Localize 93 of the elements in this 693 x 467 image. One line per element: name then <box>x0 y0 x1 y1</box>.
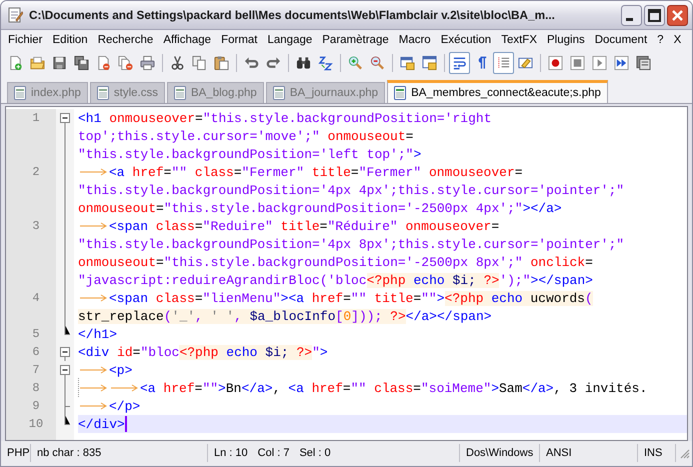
code-line: onmouseout="this.style.backgroundPosition='-2500px 4px';"></a> <box>78 200 562 216</box>
close-document-button[interactable]: X <box>668 33 686 47</box>
close-file-icon <box>96 55 111 71</box>
notepad-icon <box>7 7 23 23</box>
line-number: 5 <box>31 327 40 341</box>
file-tab[interactable]: BA_membres_connect&eacute;s.php <box>387 80 608 103</box>
selection-indicator: Sel : 0 <box>299 446 331 458</box>
code-line: str_replace('_', ' ', $a_blocInfo[0])); ?></a></span> <box>78 308 492 324</box>
line-indicator: Ln : 10 <box>214 446 248 458</box>
maximize-icon[interactable] <box>644 4 665 26</box>
column-indicator: Col : 7 <box>258 446 290 458</box>
fold-end-line <box>64 325 70 335</box>
user-language-icon <box>518 55 533 71</box>
open-folder-icon <box>30 55 45 71</box>
line-number: 7 <box>31 363 40 377</box>
line-number: 2 <box>31 165 40 179</box>
document-icon <box>174 86 186 100</box>
menu-item[interactable]: Document <box>590 33 652 47</box>
line-number: 10 <box>28 417 44 431</box>
code-line: "this.style.backgroundPosition='left top';"> <box>78 146 422 162</box>
close-all-icon <box>118 55 133 71</box>
code-line: <a href="">Bn</a>, <a href="" class="soiMeme">Sam</a>, 3 invités. <box>78 378 648 398</box>
menu-item[interactable]: Edition <box>48 33 93 47</box>
line-ending-label: Dos\Windows <box>466 446 534 458</box>
line-number: 3 <box>31 219 40 233</box>
line-number: 9 <box>31 399 40 413</box>
menu-item[interactable]: ? <box>652 33 669 47</box>
undo-icon <box>244 55 259 71</box>
code-line: "this.style.backgroundPosition='4px 8px';this.style.cursor='pointer';" <box>78 236 624 252</box>
word-wrap-icon <box>452 55 467 71</box>
menu-item[interactable]: Plugins <box>542 33 590 47</box>
code-line: top';this.style.cursor='move';" onmouseout= <box>78 128 414 144</box>
close-icon[interactable] <box>667 4 688 26</box>
line-number: 6 <box>31 345 40 359</box>
encoding-label: ANSI <box>546 446 572 458</box>
code-line: "javascript:reduireAgrandirBloc('bloc<?php echo $i; ?>');"></span> <box>78 272 593 288</box>
fast-forward-icon <box>614 55 629 71</box>
document-icon <box>272 86 285 100</box>
line-number: 8 <box>31 381 40 395</box>
stop-icon <box>570 55 585 71</box>
language-label: PHP <box>7 446 30 458</box>
menu-item[interactable]: Macro <box>394 33 436 47</box>
text-cursor <box>124 416 127 432</box>
line-number: 4 <box>31 291 40 305</box>
indent-guide-button[interactable] <box>493 52 514 74</box>
code-line: "this.style.backgroundPosition='4px 4px';this.style.cursor='pointer';" <box>78 182 624 198</box>
window-title: C:\Documents and Settings\packard bell\Mes documents\Web\Flambclair v.2\site\bloc\BA_m... <box>29 8 556 22</box>
document-icon <box>394 86 406 100</box>
save-macro-icon <box>636 55 651 71</box>
play-icon <box>592 55 607 71</box>
menu-item[interactable]: TextFX <box>496 33 542 47</box>
document-icon <box>96 86 109 100</box>
document-icon <box>14 86 26 100</box>
line-number: 1 <box>31 111 40 125</box>
zoom-out-icon <box>370 55 385 71</box>
character-count: nb char : 835 <box>37 446 102 458</box>
new-file-icon <box>8 55 23 71</box>
editor-panel[interactable] <box>5 106 688 441</box>
replace-icon <box>318 55 333 71</box>
resize-grip-icon[interactable] <box>678 446 690 458</box>
code-line: <span class="Reduire" title="Réduire" onmouseover= <box>78 218 500 234</box>
printer-icon <box>140 55 155 71</box>
copy-icon <box>192 55 207 71</box>
code-line: <a href="" class="Fermer" title="Fermer" onmouseover= <box>78 164 523 180</box>
fold-end-line <box>64 415 70 425</box>
code-line: onmouseout="this.style.backgroundPosition='-2500px 8px';" onclick= <box>78 254 593 270</box>
word-wrap-button[interactable] <box>449 52 470 74</box>
insert-mode-label: INS <box>644 446 662 458</box>
menu-item[interactable]: Fichier <box>3 33 48 47</box>
code-line: <p> <box>78 362 132 378</box>
code-line: <h1 onmouseover="this.style.backgroundPosition='right <box>78 110 492 126</box>
binoculars-icon <box>296 55 311 71</box>
code-line: <div id="bloc<?php echo $i; ?>"> <box>78 344 328 360</box>
menu-item[interactable]: Format <box>216 33 262 47</box>
zoom-in-icon <box>348 55 363 71</box>
menu-item[interactable]: Langage <box>262 33 318 47</box>
minimize-icon[interactable] <box>621 4 642 26</box>
code-line: <span class="lienMenu"><a href="" title=""><?php echo ucwords( <box>78 290 593 306</box>
split-horizontal-icon <box>422 55 437 71</box>
split-vertical-icon <box>400 55 415 71</box>
record-icon <box>548 55 563 71</box>
code-line: </div> <box>78 416 125 432</box>
menu-item[interactable]: Recherche <box>92 33 158 47</box>
redo-icon <box>266 55 281 71</box>
scissors-icon <box>170 55 185 71</box>
code-line: </p> <box>78 398 140 414</box>
menu-item[interactable]: Exécution <box>436 33 496 47</box>
save-all-icon <box>74 55 89 71</box>
menu-item[interactable]: Affichage <box>158 33 216 47</box>
save-icon <box>52 55 67 71</box>
paste-icon <box>214 55 229 71</box>
code-line: </h1> <box>78 326 118 342</box>
menu-item[interactable]: Paramètrage <box>317 33 394 47</box>
